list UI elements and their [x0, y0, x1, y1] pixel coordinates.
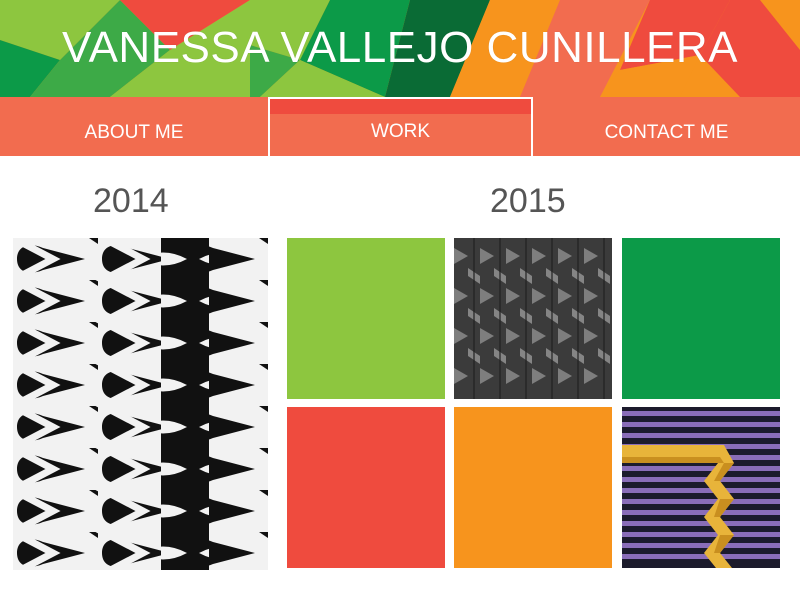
nav-work[interactable]: WORK — [270, 97, 531, 156]
header-banner: VANESSA VALLEJO CUNILLERA — [0, 0, 800, 97]
gray-chevron-artwork-thumbnail[interactable] — [454, 238, 612, 399]
gray-chevron-artwork-image — [454, 238, 612, 399]
drops-artwork-thumbnail[interactable] — [13, 238, 268, 570]
purple-stripes-artwork-image — [622, 407, 780, 568]
nav-contact-me-label: CONTACT ME — [604, 122, 729, 143]
nav-about-me-label: ABOUT ME — [84, 122, 184, 143]
drops-artwork-image — [13, 238, 268, 570]
green-block-thumbnail[interactable] — [622, 238, 780, 399]
year-heading-2014: 2014 — [93, 182, 169, 220]
purple-stripes-artwork-thumbnail[interactable] — [622, 407, 780, 568]
main-nav: ABOUT ME WORK CONTACT ME — [0, 97, 800, 156]
year-heading-2015: 2015 — [490, 182, 566, 220]
red-block-thumbnail[interactable] — [287, 407, 445, 568]
nav-about-me[interactable]: ABOUT ME — [0, 97, 268, 156]
orange-block-thumbnail[interactable] — [454, 407, 612, 568]
nav-contact-me[interactable]: CONTACT ME — [533, 97, 800, 156]
lime-block-thumbnail[interactable] — [287, 238, 445, 399]
site-title: VANESSA VALLEJO CUNILLERA — [61, 23, 739, 72]
nav-work-label: WORK — [370, 121, 431, 142]
